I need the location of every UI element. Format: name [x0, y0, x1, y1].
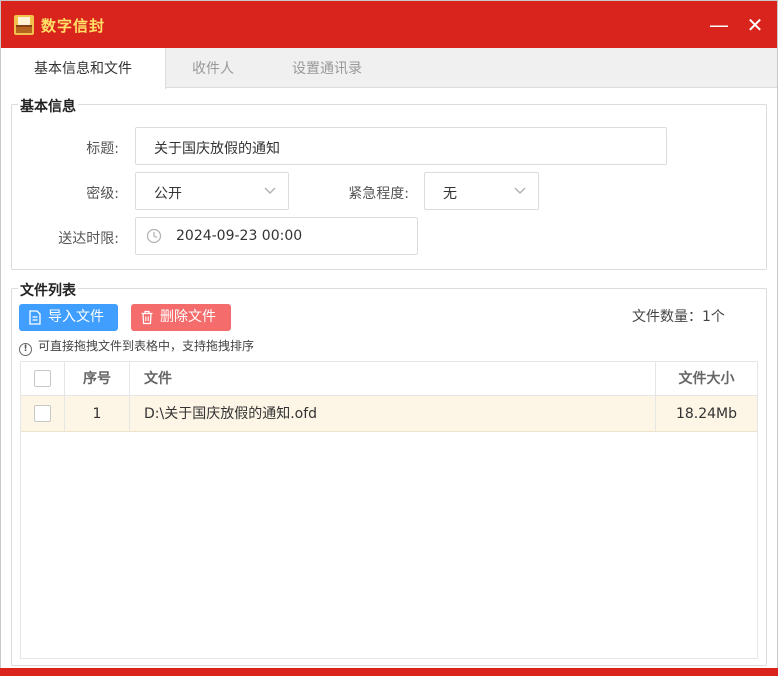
clock-icon — [146, 228, 162, 244]
tab-basic-info-and-files[interactable]: 基本信息和文件 — [1, 48, 166, 89]
chevron-down-icon — [514, 187, 526, 194]
urgency-label: 紧急程度: — [348, 186, 409, 202]
subject-value: 关于国庆放假的通知 — [154, 141, 280, 157]
info-icon: ! — [19, 343, 32, 356]
row-file-size: 18.24Mb — [675, 406, 738, 422]
bottom-accent-bar — [0, 668, 778, 676]
import-file-label: 导入文件 — [48, 309, 104, 325]
delete-file-label: 删除文件 — [160, 309, 216, 325]
deadline-label: 送达时限: — [58, 231, 119, 247]
row-checkbox[interactable] — [34, 405, 51, 422]
drag-hint: ! 可直接拖拽文件到表格中，支持拖拽排序 — [19, 337, 254, 356]
subject-label: 标题: — [86, 141, 119, 157]
column-header-file[interactable]: 文件 — [130, 362, 656, 395]
urgency-value: 无 — [443, 186, 457, 202]
table-header: 序号 文件 文件大小 — [21, 362, 757, 396]
tab-bar: 基本信息和文件 收件人 设置通讯录 — [1, 48, 777, 89]
row-index: 1 — [65, 396, 130, 431]
column-header-size[interactable]: 文件大小 — [656, 362, 757, 395]
column-header-index[interactable]: 序号 — [65, 362, 130, 395]
row-file-path: D:\关于国庆放假的通知.ofd — [130, 396, 656, 431]
row-checkbox-cell — [21, 396, 65, 431]
basic-info-group-title: 基本信息 — [18, 96, 78, 116]
envelope-app-icon — [14, 15, 34, 35]
drag-hint-text: 可直接拖拽文件到表格中，支持拖拽排序 — [38, 339, 255, 353]
title-bar[interactable]: 数字信封 — ✕ — [1, 1, 777, 48]
deadline-datetime-picker[interactable]: 2024-09-23 00:00 — [135, 217, 418, 255]
subject-input[interactable]: 关于国庆放假的通知 — [135, 127, 667, 165]
file-count: 文件数量：1个 — [632, 309, 725, 325]
document-icon — [29, 310, 41, 325]
select-all-checkbox[interactable] — [34, 370, 51, 387]
chevron-down-icon — [264, 187, 276, 194]
header-checkbox-cell — [21, 362, 65, 395]
urgency-select[interactable]: 无 — [424, 172, 539, 210]
app-window: 数字信封 — ✕ 基本信息和文件 收件人 设置通讯录 基本信息 标题: 关于国庆… — [0, 0, 778, 676]
file-list-group-title: 文件列表 — [18, 280, 78, 300]
trash-icon — [141, 310, 153, 325]
secret-level-select[interactable]: 公开 — [135, 172, 289, 210]
table-row[interactable]: 1 D:\关于国庆放假的通知.ofd 18.24Mb — [21, 396, 757, 432]
tab-address-book-settings[interactable]: 设置通讯录 — [271, 48, 383, 88]
file-table: 序号 文件 文件大小 1 D:\关于国庆放假的通知.ofd 18.24Mb — [20, 361, 758, 659]
minimize-button[interactable]: — — [705, 11, 733, 39]
secret-level-value: 公开 — [154, 186, 182, 202]
close-button[interactable]: ✕ — [741, 11, 769, 39]
delete-file-button[interactable]: 删除文件 — [131, 304, 231, 331]
secret-level-label: 密级: — [86, 186, 119, 202]
import-file-button[interactable]: 导入文件 — [19, 304, 118, 331]
tab-recipients[interactable]: 收件人 — [171, 48, 255, 88]
app-title: 数字信封 — [41, 17, 106, 35]
deadline-value: 2024-09-23 00:00 — [176, 228, 303, 244]
